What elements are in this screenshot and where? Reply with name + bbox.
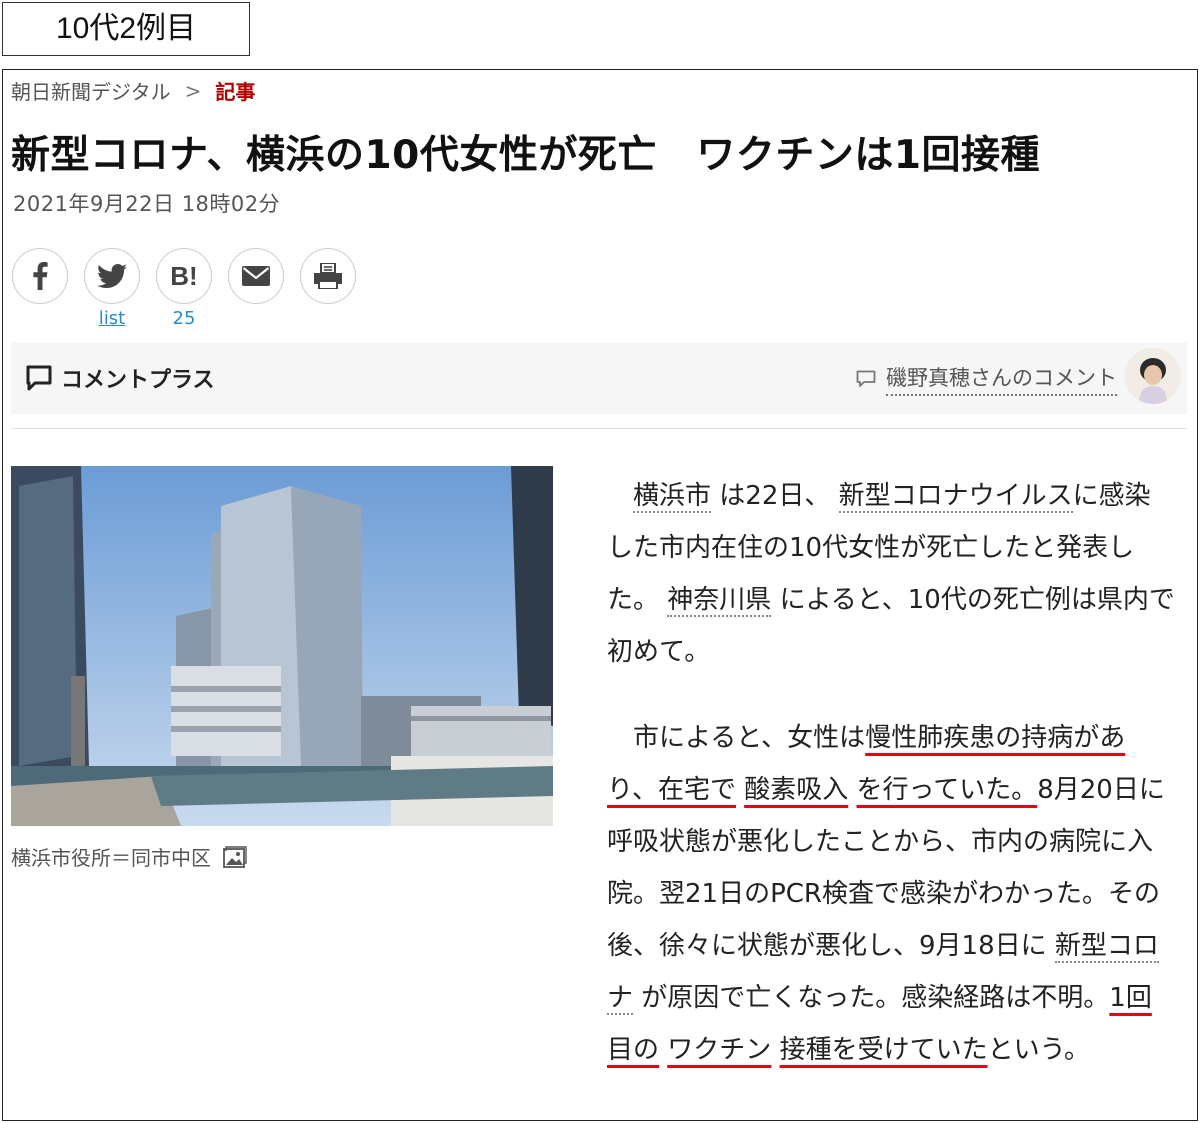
- share-hatena: B! 25: [155, 248, 213, 330]
- twitter-share-button[interactable]: [84, 248, 140, 304]
- comment-bubble-icon: [26, 365, 52, 391]
- twitter-list-link[interactable]: list: [99, 308, 125, 330]
- highlight-vaccine-2: 接種を受けていた: [779, 1035, 988, 1065]
- p2-text-3: が原因で亡くなった。感染経路は不明。: [641, 983, 1110, 1013]
- article-photo[interactable]: [11, 466, 553, 826]
- breadcrumb: 朝日新聞デジタル > 記事: [11, 76, 255, 105]
- article-screenshot: 朝日新聞デジタル > 記事 新型コロナ、横浜の10代女性が死亡 ワクチンは1回接…: [2, 69, 1198, 1121]
- article-headline: 新型コロナ、横浜の10代女性が死亡 ワクチンは1回接種: [11, 133, 1040, 178]
- article-paragraph-1: 横浜市 は22日、 新型コロナウイルスに感染した市内在住の10代女性が死亡したと…: [607, 470, 1175, 678]
- mail-share-button[interactable]: [228, 248, 284, 304]
- comment-plus-heading[interactable]: コメントプラス: [25, 362, 215, 394]
- section-divider: [11, 428, 1187, 429]
- commenter-comment-link[interactable]: 磯野真穂さんのコメント: [886, 362, 1117, 396]
- hatena-bookmark-icon: B!: [170, 260, 198, 291]
- photo-caption: 横浜市役所＝同市中区: [11, 842, 247, 871]
- case-label: 10代2例目: [2, 2, 250, 56]
- breadcrumb-site[interactable]: 朝日新聞デジタル: [11, 76, 171, 105]
- keyword-vaccine[interactable]: ワクチン: [667, 1035, 772, 1067]
- breadcrumb-current[interactable]: 記事: [215, 76, 255, 105]
- print-icon: [314, 263, 342, 289]
- keyword-yokohama[interactable]: 横浜市: [633, 481, 712, 513]
- commenter-link-wrap: 磯野真穂さんのコメント: [856, 362, 1117, 396]
- facebook-share-button[interactable]: [12, 248, 68, 304]
- image-icon[interactable]: [223, 845, 247, 868]
- share-print: [299, 248, 357, 330]
- hatena-bookmark-button[interactable]: B!: [156, 248, 212, 304]
- article-body: 横浜市 は22日、 新型コロナウイルスに感染した市内在住の10代女性が死亡したと…: [607, 470, 1175, 1110]
- breadcrumb-separator: >: [184, 78, 202, 103]
- hatena-bookmark-count: 25: [172, 308, 196, 329]
- p2-text-4: という。: [987, 1035, 1091, 1065]
- mail-icon: [242, 266, 270, 286]
- keyword-oxygen[interactable]: 酸素吸入: [744, 775, 849, 807]
- keyword-coronavirus[interactable]: 新型コロナウイルス: [838, 481, 1073, 513]
- comment-icon: [856, 370, 876, 387]
- twitter-icon: [97, 264, 127, 288]
- share-facebook: [11, 248, 69, 330]
- share-bar: list B! 25: [11, 248, 357, 330]
- photo-caption-text: 横浜市役所＝同市中区: [11, 846, 211, 870]
- commenter-avatar[interactable]: [1125, 348, 1181, 404]
- article-dateline: 2021年9月22日 18時02分: [13, 192, 281, 216]
- highlight-oxygen-tail: を行っていた。: [856, 775, 1038, 805]
- facebook-icon: [33, 262, 48, 290]
- article-paragraph-2: 市によると、女性は慢性肺疾患の持病があり、在宅で 酸素吸入 を行っていた。8月2…: [607, 712, 1175, 1076]
- print-button[interactable]: [300, 248, 356, 304]
- share-mail: [227, 248, 285, 330]
- comment-plus-title: コメントプラス: [61, 368, 215, 393]
- share-twitter: list: [83, 248, 141, 330]
- comment-plus-bar: コメントプラス 磯野真穂さんのコメント: [11, 342, 1187, 414]
- p2-text-1: 市によると、女性は: [633, 723, 866, 753]
- p1-text-1: は22日、: [719, 481, 831, 511]
- keyword-kanagawa[interactable]: 神奈川県: [667, 585, 772, 617]
